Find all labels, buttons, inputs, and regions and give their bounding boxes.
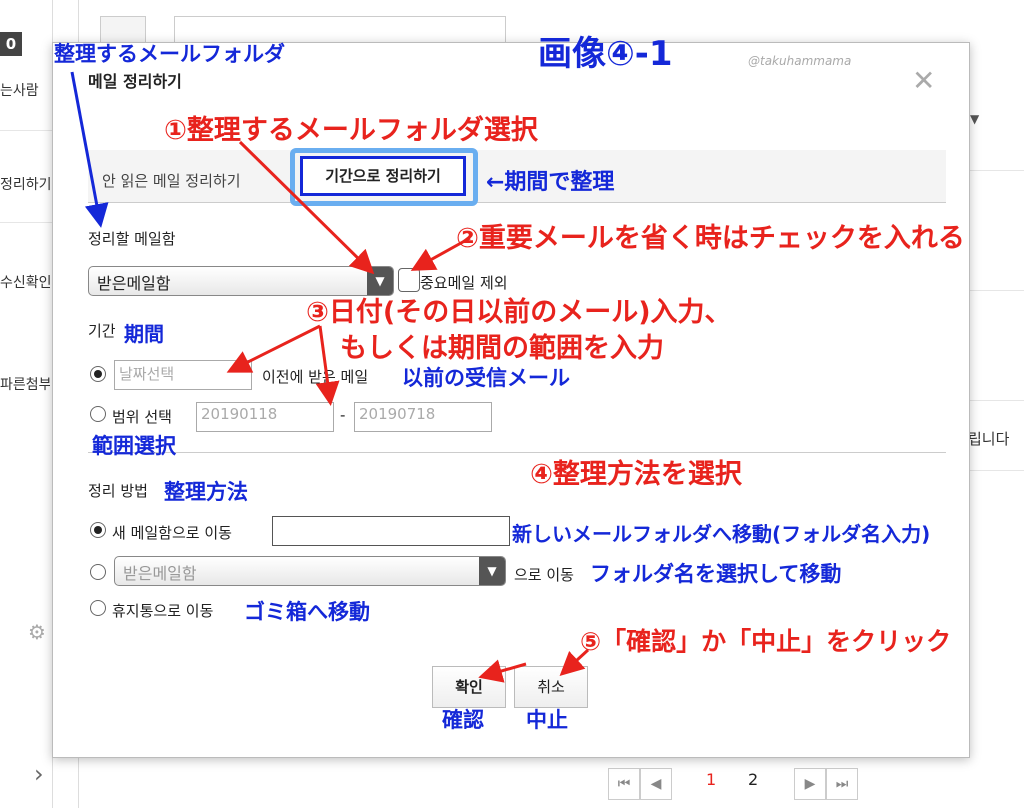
annotation-kikan: 期間 <box>124 322 164 346</box>
annotation-range: 範囲選択 <box>92 434 176 458</box>
annotation-step3-line2: もしくは期間の範囲を入力 <box>340 333 664 364</box>
annotation-step5: ⑤「確認」か「中止」をクリック <box>580 627 952 656</box>
annotation-step4: ④整理方法を選択 <box>530 459 742 490</box>
annotation-step1: ①整理するメールフォルダ選択 <box>164 115 538 146</box>
watermark: @takuhammama <box>748 54 852 68</box>
annotation-trash: ゴミ箱へ移動 <box>244 600 370 624</box>
annotation-step2: ②重要メールを省く時はチェックを入れる <box>456 223 965 254</box>
arrow-confirm <box>478 659 527 683</box>
arrow-step3b <box>315 325 340 406</box>
annotation-before: 以前の受信メール <box>402 366 570 390</box>
annotation-period-tab: ←期間で整理 <box>486 170 615 195</box>
annotation-folder-label: 整理するメールフォルダ <box>54 42 285 66</box>
arrow-folder-label <box>70 71 109 228</box>
annotation-step3-line1: ③日付(その日以前のメール)入力、 <box>306 297 732 328</box>
annotation-select-folder: フォルダ名を選択して移動 <box>590 562 842 586</box>
annotation-method: 整理方法 <box>164 480 248 504</box>
arrow-step1 <box>238 140 375 275</box>
annotation-new-folder: 新しいメールフォルダへ移動(フォルダ名入力) <box>512 522 931 546</box>
arrow-step3a <box>226 324 321 373</box>
annotation-image-title: 画像④-1 <box>538 34 673 74</box>
annotation-confirm: 確認 <box>442 708 484 732</box>
annotation-cancel: 中止 <box>526 708 568 732</box>
